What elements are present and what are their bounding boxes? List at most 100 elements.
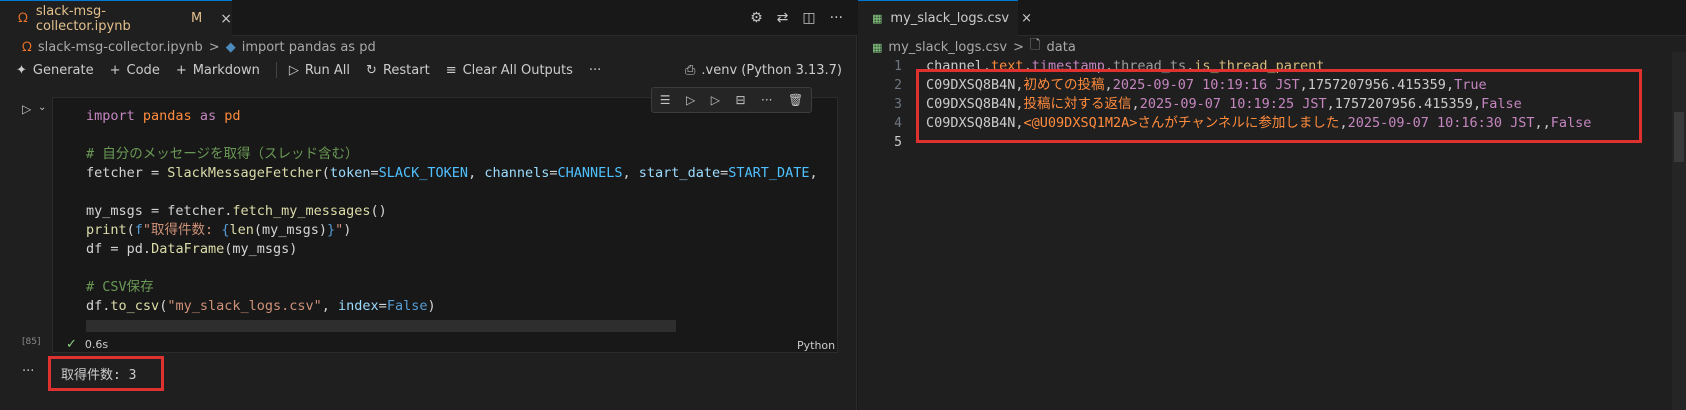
- jupyter-icon: ᘯ: [22, 39, 32, 55]
- code-line: # CSV保存: [86, 278, 818, 297]
- breadcrumb-file[interactable]: slack-msg-collector.ipynb: [38, 40, 203, 55]
- split-editor-icon[interactable]: ◫: [802, 10, 815, 26]
- code-token: }: [327, 222, 336, 238]
- restart-label: Restart: [382, 62, 430, 78]
- clear-outputs-button[interactable]: ≡ Clear All Outputs: [446, 63, 573, 78]
- execute-below-icon[interactable]: ▷: [711, 93, 720, 107]
- csv-pane: ▦ my_slack_logs.csv × ▦ my_slack_logs.cs…: [858, 0, 1686, 410]
- code-token: =: [720, 165, 729, 181]
- run-cell-icon[interactable]: ▷: [22, 102, 31, 116]
- breadcrumb-cell[interactable]: import pandas as pd: [242, 40, 376, 55]
- code-token: =: [142, 165, 168, 181]
- code-token: "my_slack_logs.csv": [167, 298, 322, 314]
- generate-button[interactable]: ✦ Generate: [16, 63, 94, 78]
- check-icon: ✓: [66, 337, 77, 352]
- breadcrumb-section[interactable]: data: [1047, 40, 1076, 55]
- split-cell-icon[interactable]: ⊟: [735, 93, 745, 107]
- code-token: ): [427, 298, 436, 314]
- code-token: .: [142, 241, 152, 257]
- close-icon[interactable]: ×: [220, 11, 232, 27]
- code-token: df: [86, 298, 103, 314]
- restart-button[interactable]: ↻ Restart: [366, 63, 430, 78]
- notebook-pane: ᘯ slack-msg-collector.ipynb M × ⚙ ⇄ ◫ ··…: [0, 0, 857, 410]
- scrollbar-thumb[interactable]: [1674, 112, 1684, 162]
- jupyter-icon: ᘯ: [18, 11, 28, 26]
- code-line: fetcher = SlackMessageFetcher(token=SLAC…: [86, 164, 818, 183]
- clear-outputs-label: Clear All Outputs: [462, 62, 573, 78]
- code-line: import pandas as pd: [86, 107, 818, 126]
- code-token: =: [378, 298, 387, 314]
- code-token: index: [338, 298, 379, 314]
- tab-csv[interactable]: ▦ my_slack_logs.csv ×: [858, 0, 1032, 36]
- code-token: # CSV保存: [86, 279, 154, 295]
- tab-label: my_slack_logs.csv: [890, 11, 1010, 26]
- code-token: import: [86, 108, 135, 124]
- execute-above-icon[interactable]: ▷: [686, 93, 695, 107]
- code-token: "取得件数:: [142, 222, 222, 238]
- more-icon[interactable]: ···: [761, 93, 772, 107]
- output-more-icon[interactable]: ···: [22, 364, 34, 379]
- vertical-scrollbar[interactable]: [1672, 52, 1686, 410]
- run-by-line-icon[interactable]: ☰: [660, 93, 671, 107]
- breadcrumb: ᘯ slack-msg-collector.ipynb > ◆ import p…: [0, 36, 857, 58]
- run-all-icon: ▷: [288, 62, 299, 78]
- csv-tabbar: ▦ my_slack_logs.csv ×: [858, 0, 1686, 36]
- code-token: fetcher: [86, 165, 143, 181]
- close-icon[interactable]: ×: [1021, 11, 1032, 26]
- breadcrumb: ▦ my_slack_logs.csv > 🗋 data: [872, 36, 1076, 58]
- code-token: =: [549, 165, 558, 181]
- chevron-down-icon[interactable]: ⌄: [38, 102, 46, 113]
- code-token: fetcher: [167, 203, 225, 219]
- gear-icon[interactable]: ⚙: [750, 10, 763, 26]
- code-token: =: [370, 165, 379, 181]
- code-token: len: [229, 222, 254, 238]
- code-token: ,: [321, 298, 339, 314]
- code-token: as: [199, 108, 217, 124]
- compare-icon[interactable]: ⇄: [777, 10, 789, 26]
- more-toolbar-button[interactable]: ···: [589, 63, 601, 78]
- code-token: channels: [484, 165, 550, 181]
- code-token: SLACK_TOKEN: [378, 165, 469, 181]
- code-label: Code: [126, 62, 160, 78]
- code-token: start_date: [638, 165, 721, 181]
- code-token: =: [142, 203, 168, 219]
- code-token: (: [126, 222, 135, 238]
- add-markdown-button[interactable]: + Markdown: [176, 63, 260, 78]
- code-line: df = pd.DataFrame(my_msgs): [86, 240, 818, 259]
- code-token: pd: [216, 108, 241, 124]
- kernel-icon: ⎙: [685, 62, 696, 78]
- code-token: DataFrame: [151, 241, 225, 257]
- cell-source[interactable]: import pandas as pd # 自分のメッセージを取得（スレッド含む…: [86, 107, 818, 316]
- trash-icon[interactable]: 🗑: [788, 93, 803, 107]
- more-icon: ···: [588, 62, 602, 78]
- code-token: False: [386, 298, 428, 314]
- code-token: f: [134, 222, 143, 238]
- breadcrumb-file[interactable]: my_slack_logs.csv: [888, 40, 1007, 55]
- tab-label: slack-msg-collector.ipynb: [35, 3, 131, 34]
- csv-file-icon: ▦: [872, 12, 883, 25]
- chevron-right-icon: >: [208, 39, 220, 55]
- run-all-button[interactable]: ▷ Run All: [289, 63, 350, 78]
- chevron-right-icon: >: [1013, 39, 1025, 55]
- kernel-picker[interactable]: ⎙ .venv (Python 3.13.7): [685, 58, 842, 82]
- code-token: pd: [126, 241, 143, 257]
- line-number: 5: [894, 135, 902, 150]
- markdown-label: Markdown: [192, 62, 260, 78]
- add-code-button[interactable]: + Code: [110, 63, 160, 78]
- generate-label: Generate: [32, 62, 94, 78]
- tab-notebook[interactable]: ᘯ slack-msg-collector.ipynb M ×: [0, 0, 232, 36]
- cell-language[interactable]: Python: [797, 339, 835, 352]
- horizontal-scrollbar[interactable]: [86, 320, 676, 332]
- cell-output: 取得件数: 3: [48, 356, 164, 391]
- code-line: # 自分のメッセージを取得（スレッド含む）: [86, 145, 818, 164]
- code-token: token: [329, 165, 371, 181]
- cell-status: ✓ 0.6s: [66, 337, 108, 352]
- notebook-tabbar: ᘯ slack-msg-collector.ipynb M × ⚙ ⇄ ◫ ··…: [0, 0, 857, 36]
- code-token: (my_msgs): [224, 241, 298, 257]
- code-line: my_msgs = fetcher.fetch_my_messages(): [86, 202, 818, 221]
- code-token: (: [321, 165, 330, 181]
- more-actions-icon[interactable]: ···: [830, 10, 843, 26]
- plus-icon: +: [109, 62, 121, 78]
- file-icon: 🗋: [1030, 38, 1041, 53]
